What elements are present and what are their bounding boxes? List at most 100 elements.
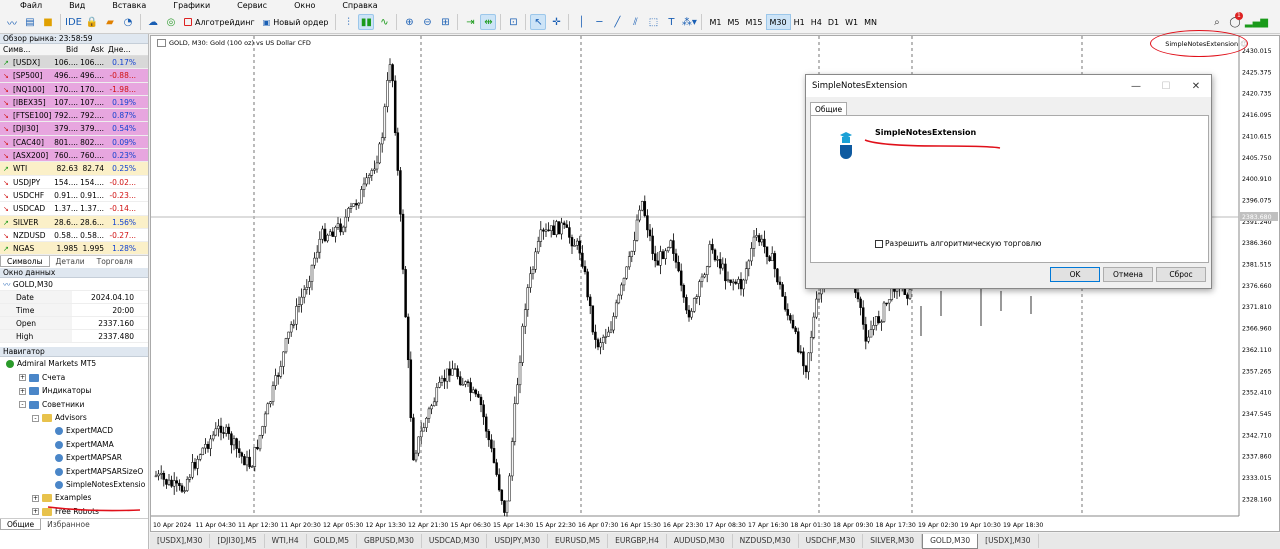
chart-shift-icon[interactable]: ⇹ [480, 14, 497, 30]
text-icon[interactable]: T [663, 14, 679, 30]
chart-tab[interactable]: USDCAD,M30 [422, 534, 488, 548]
navigator-item[interactable]: ExpertMAPSAR [0, 451, 148, 464]
minimize-icon[interactable]: — [1121, 75, 1151, 97]
market-row[interactable]: ↗ SILVER 28.6... 28.6... 1.56% [0, 215, 148, 229]
chart-tab[interactable]: AUDUSD,M30 [667, 534, 733, 548]
timeframe-d1[interactable]: D1 [825, 14, 842, 30]
navigator-item[interactable]: + Free Robots [0, 505, 148, 518]
market-row[interactable]: ↘ [SP500] 496.... 496.... -0.88... [0, 69, 148, 83]
chart-tab[interactable]: WTI,H4 [265, 534, 307, 548]
menu-2[interactable]: Вставка [92, 1, 153, 10]
close-icon[interactable]: ✕ [1181, 75, 1211, 97]
ok-button[interactable]: OK [1050, 267, 1100, 282]
zoom-in-icon[interactable]: ⊕ [401, 14, 417, 30]
crosshair-icon[interactable]: ✛ [548, 14, 564, 30]
channel-icon[interactable]: ⫽ [627, 14, 643, 30]
navigator-item[interactable]: - Advisors [0, 411, 148, 424]
signals-icon[interactable]: ◔ [120, 14, 136, 30]
market-row[interactable]: ↘ [IBEX35] 107.... 107.... 0.19% [0, 95, 148, 110]
market-row[interactable]: ↘ [DJI30] 379.... 379.... 0.54% [0, 122, 148, 136]
screenshot-icon[interactable]: ⊡ [505, 14, 521, 30]
market-row[interactable]: ↗ [USDX] 106.... 106.... 0.17% [0, 56, 148, 70]
market-row[interactable]: ↘ [FTSE100] 792.... 792.... 0.87% [0, 109, 148, 123]
market-row[interactable]: ↘ USDCHF 0.91... 0.91... -0.23... [0, 188, 148, 203]
expand-icon[interactable]: + [19, 387, 26, 395]
market-row[interactable]: ↘ NZDUSD 0.58... 0.58... -0.27... [0, 228, 148, 243]
new-order-button[interactable]: ▣ Новый ордер [260, 14, 332, 30]
new-chart-icon[interactable]: 〰 [4, 14, 20, 30]
chart-tab[interactable]: EURGBP,H4 [608, 534, 667, 548]
checkbox-box[interactable] [875, 239, 883, 248]
line-chart-icon[interactable]: ∿ [376, 14, 392, 30]
tab-trading[interactable]: Торговля [91, 256, 139, 267]
market-row[interactable]: ↗ NGAS 1.985 1.995 1.28% [0, 242, 148, 256]
menu-3[interactable]: Графики [153, 1, 217, 10]
zoom-out-icon[interactable]: ⊖ [419, 14, 435, 30]
market-row[interactable]: ↘ [NQ100] 170.... 170.... -1.98... [0, 82, 148, 96]
timeframe-w1[interactable]: W1 [842, 14, 861, 30]
algo-trading-checkbox[interactable]: Разрешить алгоритмическую торговлю [875, 239, 1041, 248]
navigator-item[interactable]: Admiral Markets MT5 [0, 357, 148, 370]
market-row[interactable]: ↘ [CAC40] 801.... 802.... 0.09% [0, 135, 148, 150]
chart-tab[interactable]: EURUSD,M5 [548, 534, 609, 548]
navigator-item[interactable]: SimpleNotesExtensio [0, 478, 148, 491]
navigator-item[interactable]: ExpertMACD [0, 424, 148, 437]
dialog-tab-general[interactable]: Общие [810, 102, 848, 116]
vps-icon[interactable]: ☁ [145, 14, 161, 30]
col-change[interactable]: Дне... [104, 44, 138, 55]
menu-5[interactable]: Окно [274, 1, 322, 10]
notifications-icon[interactable]: ◯ 1 [1227, 12, 1243, 30]
timeframe-m1[interactable]: M1 [706, 14, 724, 30]
vertical-line-icon[interactable]: │ [573, 14, 589, 30]
tab-details[interactable]: Детали [50, 256, 91, 267]
community-icon[interactable]: ◎ [163, 14, 179, 30]
timeframe-mn[interactable]: MN [861, 14, 880, 30]
profiles-icon[interactable]: ▤ [22, 14, 38, 30]
chart-tab[interactable]: USDCHF,M30 [799, 534, 864, 548]
candle-chart-icon[interactable]: ▮▮ [358, 14, 375, 30]
timeframe-h1[interactable]: H1 [791, 14, 808, 30]
algo-trading-button[interactable]: Алготрейдинг [181, 14, 258, 30]
reset-button[interactable]: Сброс [1156, 267, 1206, 282]
chart-tab[interactable]: GOLD,M5 [307, 534, 357, 548]
menu-1[interactable]: Вид [49, 1, 92, 10]
chart-tab[interactable]: SILVER,M30 [863, 534, 923, 548]
navigator-item[interactable]: + Счета [0, 371, 148, 384]
market-icon[interactable]: ▰ [102, 14, 118, 30]
signal-strength-icon[interactable]: ▂▄▆ [1245, 14, 1268, 30]
cursor-icon[interactable]: ↖ [530, 14, 547, 30]
trendline-icon[interactable]: ╱ [609, 14, 625, 30]
ide-icon[interactable]: IDE [65, 14, 82, 30]
lock-icon[interactable]: 🔒 [84, 14, 100, 30]
timeframe-m30[interactable]: M30 [765, 14, 791, 30]
scroll-chart-icon[interactable]: ⇥ [462, 14, 478, 30]
expand-icon[interactable]: + [19, 374, 26, 382]
menu-4[interactable]: Сервис [217, 1, 274, 10]
chart-tab[interactable]: GBPUSD,M30 [357, 534, 422, 548]
timeframe-m5[interactable]: M5 [724, 14, 742, 30]
navigator-item[interactable]: - Советники [0, 398, 148, 411]
chart-tab[interactable]: GOLD,M30 [922, 533, 979, 549]
expand-icon[interactable]: + [32, 494, 39, 502]
chart-tab[interactable]: USDJPY,M30 [487, 534, 549, 548]
navigator-item[interactable]: ExpertMAMA [0, 438, 148, 451]
timeframe-m15[interactable]: M15 [742, 14, 765, 30]
collapse-icon[interactable]: - [32, 414, 39, 422]
collapse-icon[interactable]: - [19, 401, 26, 409]
objects-icon[interactable]: ⁂▾ [681, 14, 697, 30]
bar-chart-icon[interactable]: ⫶ [340, 14, 356, 30]
navigator-item[interactable]: + Examples [0, 491, 148, 504]
shapes-icon[interactable]: ⬚ [645, 14, 661, 30]
market-row[interactable]: ↗ WTI 82.63 82.74 0.25% [0, 162, 148, 176]
market-row[interactable]: ↘ USDJPY 154.... 154.... -0.02... [0, 175, 148, 189]
market-row[interactable]: ↘ USDCAD 1.37... 1.37... -0.14... [0, 202, 148, 216]
expand-icon[interactable]: + [32, 508, 39, 516]
chart-tab[interactable]: [DJI30],M5 [210, 534, 265, 548]
market-watch-icon[interactable]: ■ [40, 14, 56, 30]
col-symbol[interactable]: Симв... [0, 44, 52, 55]
col-ask[interactable]: Ask [78, 44, 104, 55]
col-bid[interactable]: Bid [52, 44, 78, 55]
timeframe-h4[interactable]: H4 [808, 14, 825, 30]
horizontal-line-icon[interactable]: ─ [591, 14, 607, 30]
chart-tab[interactable]: NZDUSD,M30 [733, 534, 799, 548]
